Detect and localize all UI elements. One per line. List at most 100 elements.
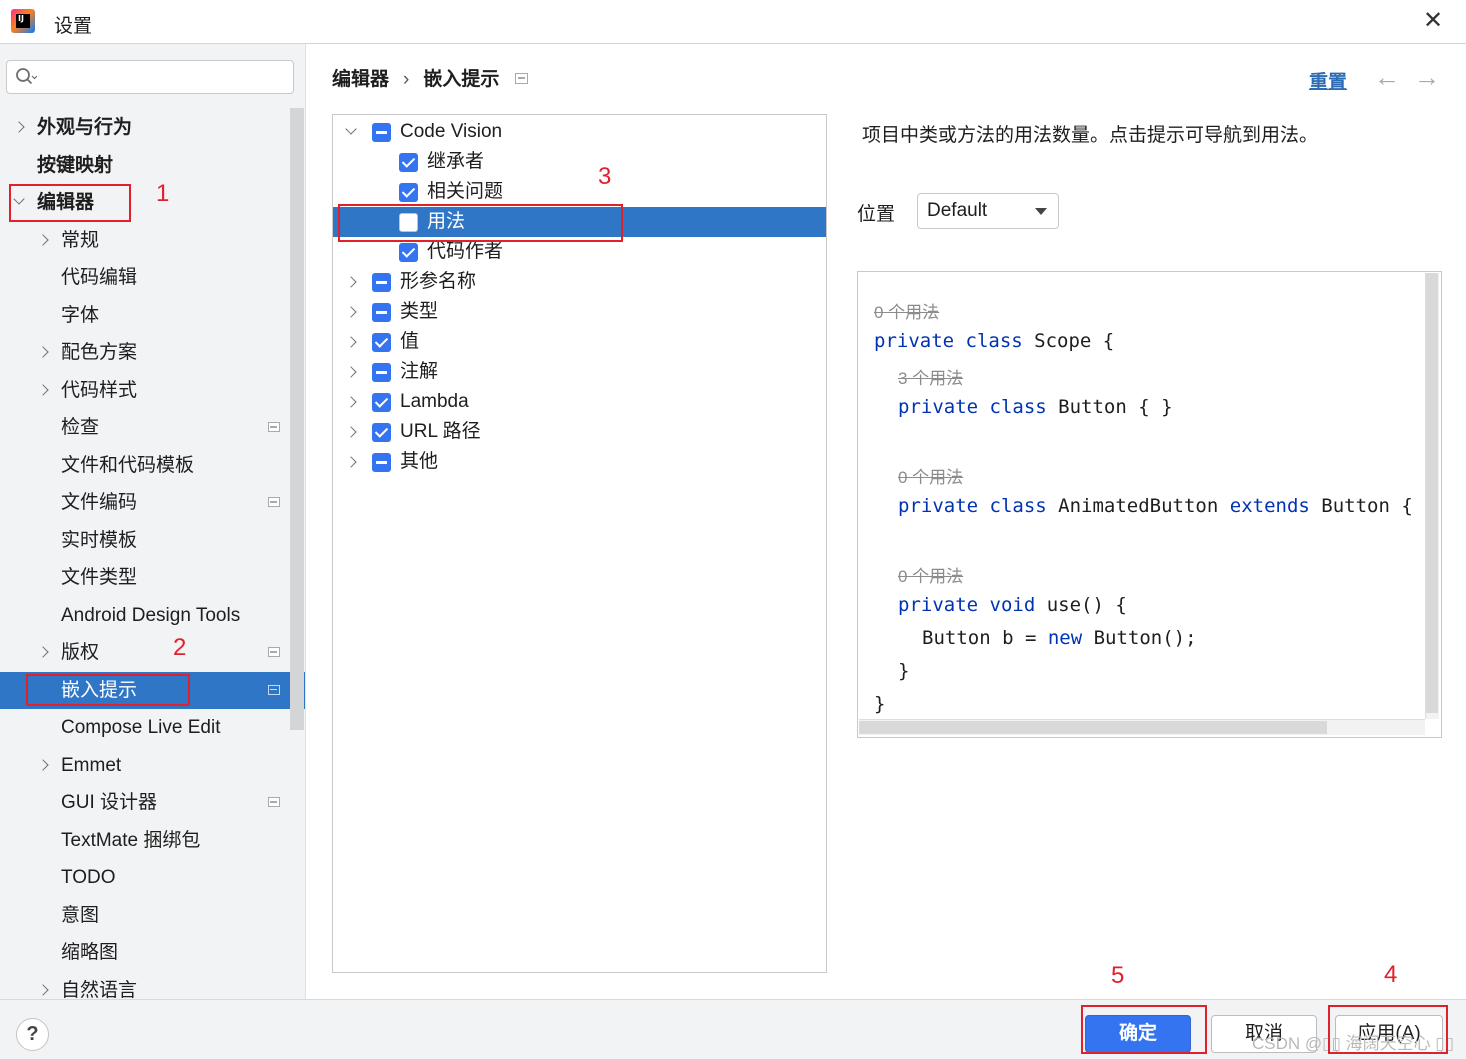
sidebar-item-按键映射[interactable]: 按键映射 [0,147,305,184]
hint-item-其他[interactable]: 其他 [333,447,826,477]
sidebar-item-配色方案[interactable]: 配色方案 [0,334,305,371]
search-input[interactable] [41,65,281,89]
usage-hint[interactable]: 0 个用法 [898,463,963,488]
chevron-right-icon[interactable] [345,264,359,294]
chevron-right-icon[interactable] [345,384,359,414]
chevron-right-icon[interactable] [345,354,359,384]
chevron-down-icon[interactable] [345,115,359,144]
checkbox-partial[interactable] [372,363,391,382]
breadcrumb: 编辑器 › 嵌入提示 [332,64,499,91]
close-icon[interactable]: ✕ [1420,8,1446,34]
chevron-right-icon[interactable] [345,294,359,324]
sidebar-item-常规[interactable]: 常规 [0,222,305,259]
checkbox-checked[interactable] [372,423,391,442]
hint-item-label: 类型 [400,301,439,322]
sidebar-item-代码编辑[interactable]: 代码编辑 [0,259,305,296]
preview-vertical-scrollbar[interactable] [1426,273,1438,713]
checkbox-checked[interactable] [372,333,391,352]
sidebar-scrollbar[interactable] [290,108,304,730]
chevron-right-icon[interactable] [345,444,359,474]
sidebar-item-todo[interactable]: TODO [0,859,305,896]
hint-item-继承者[interactable]: 继承者 [333,147,826,177]
checkbox-partial[interactable] [372,273,391,292]
code-keyword: private class [898,495,1059,517]
project-level-icon [268,422,280,432]
code-token: use() { [1046,594,1127,616]
sidebar-item-label: 自然语言 [61,979,138,1000]
chevron-right-icon[interactable] [37,334,51,371]
sidebar-item-android-design-tools[interactable]: Android Design Tools [0,597,305,634]
sidebar-item-版权[interactable]: 版权 [0,634,305,671]
hint-item-label: 注解 [400,361,439,382]
sidebar-item-字体[interactable]: 字体 [0,297,305,334]
checkbox-partial[interactable] [372,123,391,142]
preview-horizontal-scrollbar[interactable] [859,721,1327,734]
position-dropdown[interactable]: Default [917,193,1059,229]
chevron-right-icon[interactable] [13,109,27,146]
sidebar-item-自然语言[interactable]: 自然语言 [0,972,305,1000]
usage-hint[interactable]: 0 个用法 [874,298,939,323]
sidebar-item-label: 代码样式 [61,379,138,401]
sidebar-item-代码样式[interactable]: 代码样式 [0,372,305,409]
chevron-right-icon[interactable] [37,634,51,671]
help-button[interactable]: ? [16,1018,49,1051]
usage-hint-text: 0 个用法 [874,303,940,322]
hint-item-lambda[interactable]: Lambda [333,387,826,417]
sidebar-item-label: 文件类型 [61,567,138,588]
hint-item-code-vision[interactable]: Code Vision [333,117,826,147]
chevron-right-icon[interactable] [345,414,359,444]
sidebar-item-textmate-捆绑包[interactable]: TextMate 捆绑包 [0,822,305,859]
usage-hint[interactable]: 0 个用法 [898,562,963,587]
search-icon[interactable] [15,67,38,87]
sidebar-item-label: GUI 设计器 [61,792,158,813]
sidebar-item-label: 代码编辑 [61,267,138,288]
code-token: Button b = [922,627,1048,649]
back-arrow-icon[interactable]: ← [1374,62,1400,92]
hint-item-url-路径[interactable]: URL 路径 [333,417,826,447]
position-label: 位置 [857,204,896,225]
checkbox-partial[interactable] [372,453,391,472]
hint-item-形参名称[interactable]: 形参名称 [333,267,826,297]
hint-item-相关问题[interactable]: 相关问题 [333,177,826,207]
breadcrumb-item[interactable]: 编辑器 [332,69,389,90]
sidebar-item-文件和代码模板[interactable]: 文件和代码模板 [0,447,305,484]
checkbox-partial[interactable] [372,303,391,322]
sidebar-item-compose-live-edit[interactable]: Compose Live Edit [0,709,305,746]
usage-hint[interactable]: 3 个用法 [898,364,963,389]
search-field[interactable] [6,60,294,94]
annotation-box [9,184,131,222]
sidebar-item-label: 常规 [61,229,100,251]
chevron-right-icon[interactable] [37,747,51,784]
chevron-right-icon[interactable] [37,222,51,259]
checkbox-checked[interactable] [399,153,418,172]
checkbox-checked[interactable] [399,183,418,202]
chevron-right-icon[interactable] [345,324,359,354]
sidebar-item-gui-设计器[interactable]: GUI 设计器 [0,784,305,821]
hint-item-label: 继承者 [427,151,485,172]
hint-item-类型[interactable]: 类型 [333,297,826,327]
hint-item-label: 形参名称 [400,271,477,292]
sidebar-item-文件编码[interactable]: 文件编码 [0,484,305,521]
sidebar-item-缩略图[interactable]: 缩略图 [0,934,305,971]
sidebar-item-外观与行为[interactable]: 外观与行为 [0,109,305,146]
code-line: private class Button { } [898,396,1173,418]
sidebar-item-检查[interactable]: 检查 [0,409,305,446]
annotation-box [1328,1005,1448,1054]
sidebar-item-emmet[interactable]: Emmet [0,747,305,784]
hint-item-值[interactable]: 值 [333,327,826,357]
chevron-right-icon[interactable] [37,972,51,1000]
checkbox-checked[interactable] [372,393,391,412]
hint-item-注解[interactable]: 注解 [333,357,826,387]
sidebar-item-label: TextMate 捆绑包 [61,829,201,851]
forward-arrow-icon[interactable]: → [1414,62,1440,92]
sidebar-item-意图[interactable]: 意图 [0,897,305,934]
annotation-number: 2 [173,634,187,661]
reset-link[interactable]: 重置 [1309,67,1347,94]
hint-item-label: Code Vision [400,121,503,142]
chevron-right-icon[interactable] [37,372,51,409]
sidebar-item-label: Compose Live Edit [61,717,221,738]
code-token: Button { [1321,495,1413,517]
sidebar-item-文件类型[interactable]: 文件类型 [0,559,305,596]
checkbox-checked[interactable] [399,243,418,262]
sidebar-item-实时模板[interactable]: 实时模板 [0,522,305,559]
